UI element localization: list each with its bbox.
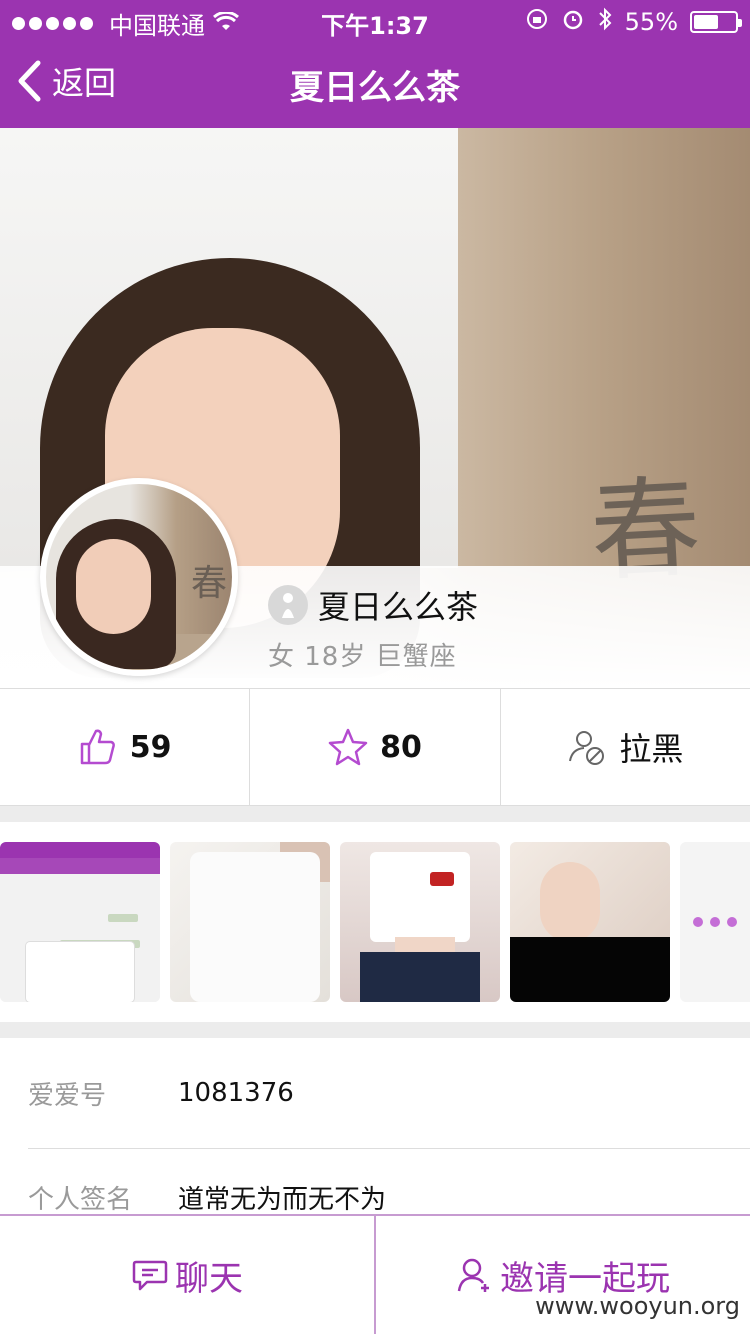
id-value: 1081376 xyxy=(178,1078,294,1108)
photo-thumbnail[interactable] xyxy=(170,842,330,1002)
chat-bubble-icon xyxy=(132,1260,168,1291)
profile-name: 夏日么么茶 xyxy=(318,588,479,626)
like-count: 59 xyxy=(129,729,172,765)
navigation-bar: 返回 夏日么么茶 xyxy=(0,40,750,128)
thumb-photo-shirt xyxy=(190,852,320,1002)
photo-strip xyxy=(0,822,750,1022)
thumb-screenshot-navbar xyxy=(0,858,160,874)
add-user-icon xyxy=(457,1258,489,1292)
block-label: 拉黑 xyxy=(619,730,684,768)
thumb-screenshot-dialog xyxy=(26,942,134,1002)
signature-label: 个人签名 xyxy=(28,1184,133,1215)
chat-button[interactable]: 聊天 xyxy=(0,1216,376,1334)
rotation-lock-icon xyxy=(525,7,549,37)
thumb-screenshot-statusbar xyxy=(0,842,160,858)
star-icon xyxy=(328,728,368,766)
block-button[interactable]: 拉黑 xyxy=(501,689,750,805)
section-gap xyxy=(0,1022,750,1038)
chat-label: 聊天 xyxy=(175,1258,243,1299)
more-dot xyxy=(727,917,737,927)
more-dot xyxy=(710,917,720,927)
page-title: 夏日么么茶 xyxy=(290,68,460,108)
thumb-photo-censor-bar xyxy=(510,937,670,1002)
site-watermark: www.wooyun.org xyxy=(535,1292,740,1320)
info-section: 爱爱号 1081376 个人签名 道常无为而无不为 xyxy=(0,1038,750,1216)
photo-thumbnail[interactable] xyxy=(510,842,670,1002)
avatar-watermark-char: 春 xyxy=(191,563,228,604)
id-label: 爱爱号 xyxy=(28,1080,107,1111)
like-button[interactable]: 59 xyxy=(0,689,251,805)
photo-thumbnail[interactable] xyxy=(0,842,160,1002)
bottom-action-bar: 聊天 邀请一起玩 www.wooyun.org xyxy=(0,1214,750,1334)
photo-thumbnail[interactable] xyxy=(340,842,500,1002)
stats-bar: 59 80 拉黑 xyxy=(0,688,750,806)
name-row: 夏日么么茶 xyxy=(268,582,478,628)
thumb-photo-skirt xyxy=(360,952,480,1002)
status-right: 55% xyxy=(525,6,742,38)
thumb-photo-shirt xyxy=(370,852,470,942)
profile-meta: 女 18岁 巨蟹座 xyxy=(268,642,457,672)
status-bar: 中国联通 下午1:37 55% xyxy=(0,0,750,40)
avatar-face xyxy=(76,539,151,634)
id-row: 爱爱号 1081376 xyxy=(28,1038,750,1148)
thumb-photo-bow xyxy=(430,872,454,886)
battery-icon xyxy=(690,11,742,33)
gender-female-icon xyxy=(268,585,308,625)
section-gap xyxy=(0,806,750,822)
alarm-icon xyxy=(561,7,585,37)
thumb-screenshot-bubble xyxy=(108,914,138,922)
top-bar: 中国联通 下午1:37 55% 返回 夏日么么茶 xyxy=(0,0,750,128)
signature-row: 个人签名 道常无为而无不为 xyxy=(28,1142,750,1216)
block-user-icon xyxy=(569,731,605,765)
thumb-photo-skin xyxy=(540,862,600,942)
thumbs-up-icon xyxy=(80,729,115,765)
battery-percent: 55% xyxy=(624,8,678,36)
more-photos-button[interactable] xyxy=(680,842,750,1002)
favorite-button[interactable]: 80 xyxy=(250,689,501,805)
avatar[interactable]: 春 xyxy=(40,478,238,676)
signature-value: 道常无为而无不为 xyxy=(178,1184,387,1215)
favorite-count: 80 xyxy=(380,729,422,765)
profile-summary: 夏日么么茶 女 18岁 巨蟹座 xyxy=(268,582,478,673)
more-dot xyxy=(693,917,703,927)
bluetooth-icon xyxy=(597,6,613,38)
